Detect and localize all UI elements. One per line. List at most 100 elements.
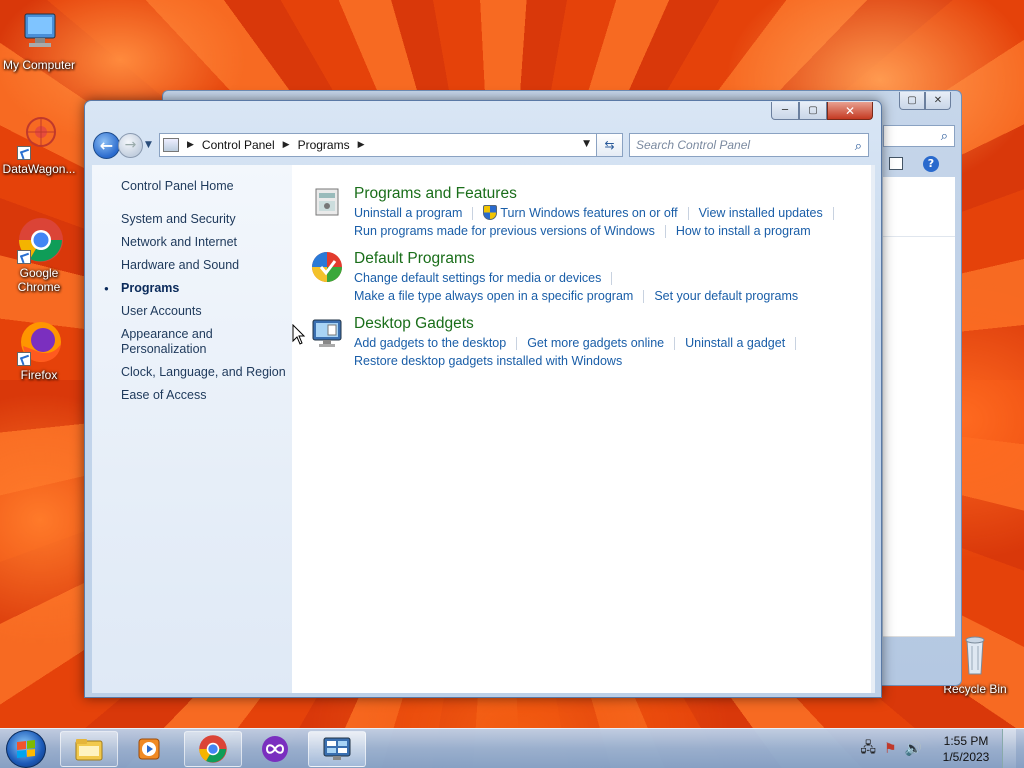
breadcrumb-chevron-icon[interactable]: ▶ bbox=[283, 140, 290, 150]
desktop-icon-firefox[interactable]: Firefox bbox=[0, 318, 78, 382]
link-file-type-always-open[interactable]: Make a file type always open in a specif… bbox=[354, 289, 633, 303]
breadcrumb-control-panel[interactable]: Control Panel bbox=[202, 138, 275, 152]
search-placeholder: Search Control Panel bbox=[636, 138, 751, 152]
nav-control-panel-home[interactable]: Control Panel Home bbox=[92, 179, 292, 194]
group-title-programs-and-features[interactable]: Programs and Features bbox=[354, 185, 844, 203]
refresh-button[interactable]: ⇆ bbox=[597, 133, 623, 157]
nav-user-accounts[interactable]: User Accounts bbox=[92, 304, 292, 319]
background-content bbox=[883, 177, 955, 637]
action-center-flag-icon[interactable]: ⚑ bbox=[884, 741, 897, 757]
group-title-desktop-gadgets[interactable]: Desktop Gadgets bbox=[354, 315, 806, 333]
network-icon[interactable]: 🖧 bbox=[860, 737, 876, 761]
taskbar-explorer-button[interactable] bbox=[60, 731, 118, 767]
content-area: Control Panel Home System and Security N… bbox=[92, 165, 875, 693]
link-how-to-install[interactable]: How to install a program bbox=[676, 224, 811, 238]
link-add-gadgets[interactable]: Add gadgets to the desktop bbox=[354, 336, 506, 350]
nav-appearance-and-personalization[interactable]: Appearance and Personalization bbox=[92, 327, 222, 357]
link-set-default-programs[interactable]: Set your default programs bbox=[654, 289, 798, 303]
taskbar: 🖧 ⚑ 🔊 1:55 PM 1/5/2023 bbox=[0, 728, 1024, 768]
refresh-icon: ⇆ bbox=[604, 138, 615, 152]
nav-network-and-internet[interactable]: Network and Internet bbox=[92, 235, 292, 250]
shortcut-arrow-icon bbox=[17, 352, 31, 366]
link-view-installed-updates[interactable]: View installed updates bbox=[699, 206, 823, 220]
background-caption-buttons: ▢ ✕ bbox=[899, 92, 951, 110]
control-panel-icon bbox=[323, 737, 351, 760]
infinity-app-icon bbox=[262, 736, 288, 762]
nav-programs[interactable]: Programs bbox=[92, 281, 292, 296]
nav-hardware-and-sound[interactable]: Hardware and Sound bbox=[92, 258, 292, 273]
start-button[interactable] bbox=[6, 730, 46, 768]
desktop-icon-my-computer[interactable]: My Computer bbox=[0, 8, 78, 72]
link-run-older-programs[interactable]: Run programs made for previous versions … bbox=[354, 224, 655, 238]
desktop-icon-datawagon[interactable]: DataWagon... bbox=[0, 112, 78, 176]
shortcut-arrow-icon bbox=[17, 250, 31, 264]
search-icon: ⌕ bbox=[940, 129, 948, 144]
nav-system-and-security[interactable]: System and Security bbox=[92, 212, 292, 227]
desktop-gadgets-icon bbox=[310, 315, 344, 349]
desktop-icon-label: My Computer bbox=[2, 58, 76, 72]
group-desktop-gadgets: Desktop Gadgets Add gadgets to the deskt… bbox=[310, 315, 875, 370]
uac-shield-icon bbox=[483, 205, 498, 220]
desktop-icon-label: Google Chrome bbox=[17, 266, 61, 294]
breadcrumb-chevron-icon[interactable]: ▶ bbox=[187, 140, 194, 150]
group-default-programs: Default Programs Change default settings… bbox=[310, 250, 875, 305]
forward-arrow-icon: → bbox=[124, 137, 137, 153]
background-search-box[interactable]: ⌕ bbox=[883, 125, 955, 147]
link-change-default-settings-media[interactable]: Change default settings for media or dev… bbox=[354, 271, 601, 285]
background-close-button[interactable]: ✕ bbox=[925, 92, 951, 110]
background-toolbar: ? bbox=[883, 153, 955, 175]
computer-icon bbox=[15, 8, 63, 56]
datawagon-icon bbox=[15, 112, 63, 160]
search-icon[interactable]: ⌕ bbox=[855, 138, 862, 154]
firefox-icon bbox=[15, 318, 63, 366]
right-edge-strip bbox=[871, 165, 875, 693]
chrome-icon bbox=[199, 735, 227, 763]
nav-ease-of-access[interactable]: Ease of Access bbox=[92, 388, 292, 403]
maximize-button[interactable]: ▢ bbox=[799, 102, 827, 120]
windows-logo-icon bbox=[17, 740, 35, 758]
media-player-icon bbox=[138, 738, 160, 760]
group-title-default-programs[interactable]: Default Programs bbox=[354, 250, 798, 268]
link-restore-gadgets[interactable]: Restore desktop gadgets installed with W… bbox=[354, 354, 622, 368]
help-icon[interactable]: ? bbox=[923, 156, 939, 172]
programs-features-icon bbox=[310, 185, 344, 219]
volume-icon[interactable]: 🔊 bbox=[905, 741, 922, 757]
preview-pane-icon[interactable] bbox=[889, 157, 903, 170]
folder-icon bbox=[75, 739, 103, 761]
recent-pages-dropdown[interactable]: ▼ bbox=[145, 140, 157, 150]
chrome-icon bbox=[15, 216, 63, 264]
back-button[interactable]: ← bbox=[93, 131, 120, 159]
group-programs-and-features: Programs and Features Uninstall a progra… bbox=[310, 185, 875, 240]
link-get-more-gadgets[interactable]: Get more gadgets online bbox=[527, 336, 664, 350]
shortcut-arrow-icon bbox=[17, 146, 31, 160]
address-dropdown-icon[interactable]: ▼ bbox=[583, 139, 590, 149]
close-button[interactable]: ✕ bbox=[827, 102, 873, 120]
control-panel-window[interactable]: ─ ▢ ✕ ← → ▼ ▶ Control Panel ▶ Programs ▶… bbox=[84, 100, 882, 698]
main-pane: Programs and Features Uninstall a progra… bbox=[292, 165, 875, 693]
show-desktop-button[interactable] bbox=[1002, 729, 1016, 768]
breadcrumb-programs[interactable]: Programs bbox=[298, 138, 350, 152]
search-input[interactable]: Search Control Panel ⌕ bbox=[629, 133, 869, 157]
nav-clock-language-region[interactable]: Clock, Language, and Region bbox=[92, 365, 292, 380]
minimize-button[interactable]: ─ bbox=[771, 102, 799, 120]
clock[interactable]: 1:55 PM 1/5/2023 bbox=[936, 733, 996, 765]
taskbar-app-button[interactable] bbox=[246, 731, 304, 767]
default-programs-icon bbox=[310, 250, 344, 284]
background-maximize-button[interactable]: ▢ bbox=[899, 92, 925, 110]
link-uninstall-a-program[interactable]: Uninstall a program bbox=[354, 206, 462, 220]
link-uninstall-gadget[interactable]: Uninstall a gadget bbox=[685, 336, 785, 350]
desktop-icon-label: Firefox bbox=[20, 368, 58, 382]
address-bar[interactable]: ▶ Control Panel ▶ Programs ▶ ▼ bbox=[159, 133, 597, 157]
taskbar-media-player-button[interactable] bbox=[120, 731, 178, 767]
caption-buttons: ─ ▢ ✕ bbox=[771, 102, 873, 120]
taskbar-chrome-button[interactable] bbox=[184, 731, 242, 767]
desktop-icon-google-chrome[interactable]: Google Chrome bbox=[0, 216, 78, 294]
taskbar-control-panel-button[interactable] bbox=[308, 731, 366, 767]
breadcrumb-chevron-icon[interactable]: ▶ bbox=[358, 140, 365, 150]
desktop-icon-label: DataWagon... bbox=[2, 162, 76, 176]
control-panel-icon bbox=[163, 138, 179, 152]
link-turn-windows-features[interactable]: Turn Windows features on or off bbox=[500, 206, 677, 220]
left-navigation-pane: Control Panel Home System and Security N… bbox=[92, 165, 292, 693]
forward-button[interactable]: → bbox=[118, 132, 143, 158]
back-arrow-icon: ← bbox=[99, 135, 114, 155]
